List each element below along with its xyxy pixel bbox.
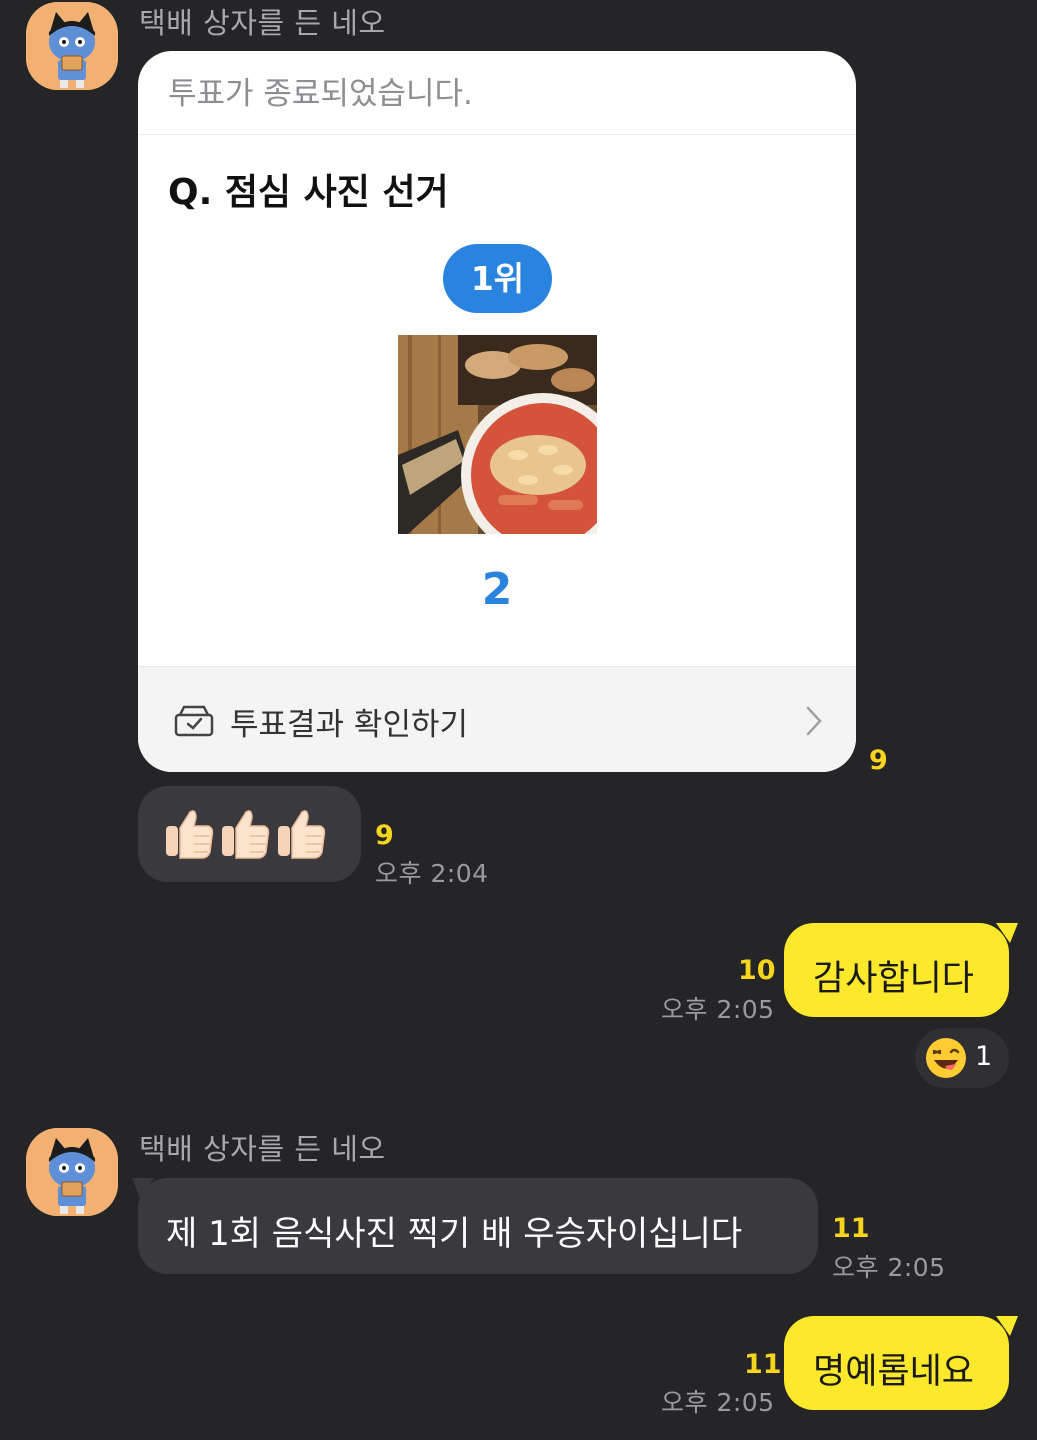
neo-avatar-icon <box>26 2 118 90</box>
message-time: 오후 2:05 <box>661 1388 775 1417</box>
sender-name: 택배 상자를 든 네오 <box>139 1132 386 1166</box>
message-text: 제 1회 음식사진 찍기 배 우승자이십니다 <box>166 1214 743 1254</box>
unread-count: 10 <box>738 955 776 986</box>
message-time: 오후 2:05 <box>661 995 775 1024</box>
poll-result-button[interactable]: 투표결과 확인하기 <box>138 666 856 772</box>
reaction-count: 1 <box>975 1041 993 1072</box>
poll-status: 투표가 종료되었습니다. <box>138 51 856 135</box>
chevron-right-icon <box>806 706 822 736</box>
rank-badge: 1위 <box>443 244 552 313</box>
bubble-tail <box>996 923 1018 943</box>
poll-result-label: 투표결과 확인하기 <box>230 707 469 743</box>
message-bubble[interactable] <box>138 786 361 882</box>
winning-food-photo[interactable] <box>398 335 597 534</box>
sender-avatar[interactable] <box>26 1128 118 1216</box>
poll-card[interactable]: 투표가 종료되었습니다. Q. 점심 사진 선거 1위 2 투표결과 확인하기 <box>138 51 856 772</box>
sender-avatar[interactable] <box>26 2 118 90</box>
unread-count: 11 <box>832 1213 870 1244</box>
unread-count: 9 <box>375 820 394 851</box>
unread-count: 11 <box>744 1349 782 1380</box>
neo-avatar-icon <box>26 1128 118 1216</box>
sender-name: 택배 상자를 든 네오 <box>139 6 386 40</box>
thumbs-up-emoji <box>166 810 326 859</box>
reaction-chip[interactable]: 1 <box>915 1028 1009 1088</box>
unread-count: 9 <box>869 745 888 776</box>
my-message-bubble[interactable]: 명예롭네요 <box>784 1316 1009 1410</box>
bubble-tail <box>996 1316 1018 1336</box>
message-time: 오후 2:04 <box>375 859 489 888</box>
vote-count: 2 <box>481 564 513 615</box>
tteokbokki-photo-image <box>398 335 597 534</box>
laughing-face-emoji <box>926 1038 966 1078</box>
message-text: 감사합니다 <box>813 959 975 999</box>
poll-question: Q. 점심 사진 선거 <box>168 172 449 213</box>
message-time: 오후 2:05 <box>832 1253 946 1282</box>
ballot-box-icon <box>174 705 214 737</box>
message-text: 명예롭네요 <box>813 1352 975 1392</box>
my-message-bubble[interactable]: 감사합니다 <box>784 923 1009 1017</box>
message-bubble[interactable]: 제 1회 음식사진 찍기 배 우승자이십니다 <box>138 1178 818 1274</box>
